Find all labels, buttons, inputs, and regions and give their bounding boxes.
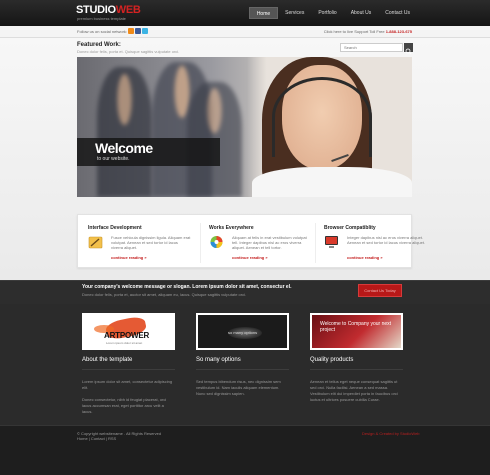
hero-slider[interactable]: Welcome to our website. (77, 57, 412, 197)
nav-contact-us[interactable]: Contact Us (378, 7, 417, 19)
column-title-options: So many options (196, 357, 241, 363)
logo-main: STUDIO (76, 4, 116, 16)
thumb-artpower[interactable]: ARTPOWER Lorem ipsum dolor sit amet (82, 313, 175, 350)
thumb-title: so many options (228, 330, 258, 335)
thumb-title: Welcome to Company your next project (320, 321, 392, 333)
feature-text: Integer dapibus nisl ac eros viverra ali… (347, 235, 426, 245)
divider (310, 369, 403, 370)
column-title-about: About the template (82, 357, 133, 363)
support-label: Click here to live Support Toll Free (323, 29, 385, 34)
search-input[interactable] (340, 43, 403, 52)
main-nav: Home Services Portfolio About Us Contact… (248, 7, 417, 19)
column-text-options: Sed tempus bibendum risus, nec dignissim… (196, 379, 281, 396)
feature-title: Browser Compatiblity (324, 225, 376, 231)
divider (82, 369, 175, 370)
welcome-subtitle: to our website. (97, 156, 130, 162)
column-title-quality: Quality products (310, 357, 354, 363)
feature-title: Works Everywhere (209, 225, 254, 231)
continue-reading-link[interactable]: continue reading » (347, 255, 383, 260)
welcome-title: Welcome (95, 140, 153, 156)
column-paragraph: Lorem ipsum dolor sit amet, consectetur … (82, 379, 173, 390)
column-paragraph: Donec consectetur, nibh id feugiat place… (82, 397, 167, 414)
continue-reading-link[interactable]: continue reading » (111, 255, 147, 260)
hero-photo-shirt (252, 167, 412, 197)
logo-accent: WEB (115, 4, 141, 16)
feature-text: Aliquam at felis in erat vestibulum volu… (232, 235, 307, 250)
message-title: Your company's welcome message or slogan… (82, 284, 292, 290)
search-icon (405, 48, 412, 55)
thumb-title: ARTPOWER (104, 331, 150, 340)
header: STUDIOWEB premium business template Home… (0, 0, 490, 26)
continue-reading-link[interactable]: continue reading » (232, 255, 268, 260)
column-text-about: Lorem ipsum dolor sit amet, consectetur … (82, 379, 174, 415)
designer-credit[interactable]: Design & Created by StudioWeb (362, 431, 420, 436)
tools-icon (88, 236, 103, 249)
divider (196, 369, 289, 370)
message-subtitle: Donec dolor felis, porta et, auctor sit … (82, 292, 247, 297)
thumb-options[interactable]: so many options (196, 313, 289, 350)
featured-subtitle: Donec dolor felis, porta et. Quisque sag… (77, 49, 180, 54)
facebook-icon[interactable] (135, 28, 141, 34)
thumb-subtitle: Lorem ipsum dolor sit amet (106, 341, 143, 345)
features-box: Interface Development Fusce vehicula dig… (77, 214, 425, 268)
feature-title: Interface Development (88, 225, 142, 231)
social-bar: Follow us on social network: Click here … (0, 26, 490, 38)
nav-portfolio[interactable]: Portfolio (311, 7, 343, 19)
color-wheel-icon (210, 236, 223, 248)
contact-us-button[interactable]: Contact Us Today (358, 284, 402, 297)
twitter-icon[interactable] (142, 28, 148, 34)
tagline: premium business template (77, 16, 126, 21)
monitor-icon (325, 236, 338, 248)
featured-title: Featured Work: (77, 42, 121, 48)
nav-services[interactable]: Services (278, 7, 311, 19)
column-text-quality: Aenean et tellus eget neque consequat sa… (310, 379, 398, 402)
welcome-caption: Welcome to our website. (77, 138, 220, 166)
thumb-company[interactable]: Welcome to Company your next project (310, 313, 403, 350)
feature-browser-compatibility: Browser Compatiblity Integer dapibus nis… (315, 223, 425, 263)
nav-home[interactable]: Home (248, 7, 279, 19)
footer-links[interactable]: Home | Contact | RSS (77, 436, 116, 441)
headset-icon (272, 77, 372, 157)
feature-interface-development: Interface Development Fusce vehicula dig… (88, 223, 193, 263)
nav-about-us[interactable]: About Us (344, 7, 379, 19)
search-button[interactable] (404, 43, 413, 55)
support-phone: 1-888-123-675 (385, 29, 412, 34)
feature-works-everywhere: Works Everywhere Aliquam at felis in era… (200, 223, 307, 263)
rss-icon[interactable] (128, 28, 134, 34)
hero-photo-person (97, 67, 152, 197)
feature-text: Fusce vehicula dignissim ligula. Aliquam… (111, 235, 191, 250)
support-text[interactable]: Click here to live Support Toll Free 1-8… (324, 29, 412, 34)
logo[interactable]: STUDIOWEB (76, 4, 141, 16)
follow-text: Follow us on social network: (77, 29, 128, 34)
